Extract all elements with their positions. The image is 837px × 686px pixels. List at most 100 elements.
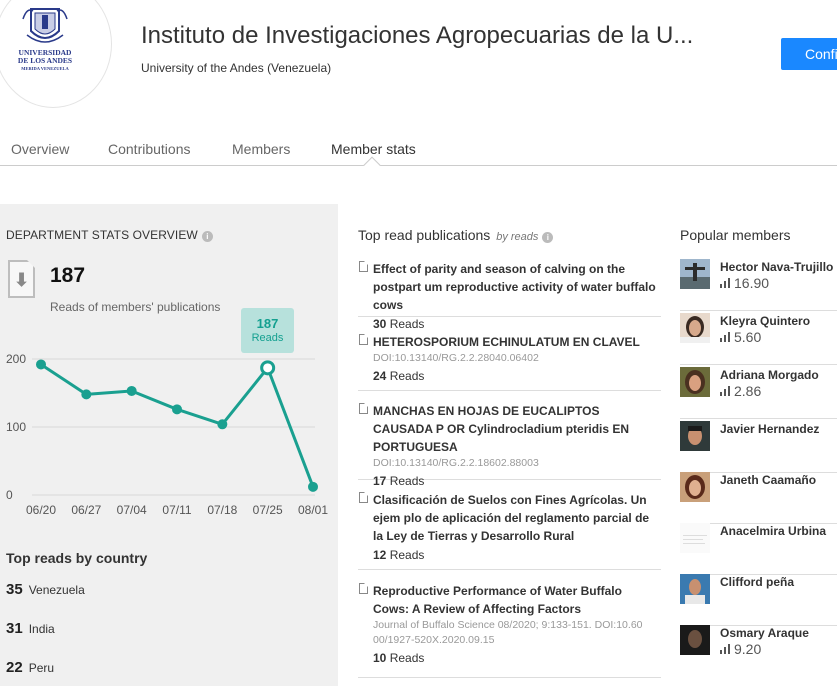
- member-score-value: 5.60: [734, 329, 762, 345]
- reads-count: 30: [373, 317, 387, 331]
- x-tick-label: 07/04: [117, 503, 147, 517]
- x-tick-label: 07/11: [162, 503, 191, 517]
- institution-logo[interactable]: UNIVERSIDAD DE LOS ANDES MERIDA VENEZUEL…: [0, 0, 112, 108]
- publication-reads: 30 Reads: [373, 315, 661, 333]
- publications-title-text: Top read publications: [358, 227, 491, 243]
- member-item: Janeth Caamaño: [680, 472, 837, 524]
- member-item: Javier Hernandez: [680, 421, 837, 473]
- member-name[interactable]: Clifford peña: [720, 575, 794, 589]
- document-icon: [359, 403, 368, 414]
- publication-journal: Journal of Buffalo Science 08/2020; 9:13…: [373, 619, 643, 646]
- member-score-value: 9.20: [734, 641, 762, 657]
- member-item: Adriana Morgado 2.86: [680, 367, 837, 419]
- info-icon[interactable]: i: [542, 232, 554, 243]
- country-name: Peru: [28, 661, 55, 675]
- department-stats-panel: DEPARTMENT STATS OVERVIEW i ⬇ 187 Reads o…: [0, 204, 338, 686]
- data-point[interactable]: [217, 419, 228, 430]
- popular-members-title: Popular members: [680, 227, 791, 243]
- y-tick-label: 200: [6, 352, 26, 366]
- data-point[interactable]: [308, 481, 318, 492]
- member-item: Kleyra Quintero 5.60: [680, 313, 837, 365]
- document-icon: [359, 492, 368, 503]
- reads-count: 17: [373, 474, 387, 488]
- data-point[interactable]: [81, 389, 92, 400]
- publication-item: Clasificación de Suelos con Fines Agríco…: [358, 491, 661, 570]
- avatar[interactable]: [680, 259, 710, 289]
- member-name[interactable]: Anacelmira Urbina: [720, 524, 826, 538]
- logo-text: UNIVERSIDAD DE LOS ANDES MERIDA VENEZUEL…: [9, 49, 81, 73]
- x-tick-label: 07/18: [207, 503, 237, 517]
- department-stats-title: DEPARTMENT STATS OVERVIEW i: [6, 228, 213, 242]
- download-icon: ⬇: [8, 260, 35, 298]
- x-tick-label: 07/25: [253, 503, 283, 517]
- member-score: 2.86: [720, 383, 761, 399]
- document-icon: [359, 583, 368, 594]
- publication-title[interactable]: Reproductive Performance of Water Buffal…: [373, 582, 661, 618]
- top-countries-title: Top reads by country: [6, 550, 148, 566]
- publication-item: Reproductive Performance of Water Buffal…: [358, 582, 661, 678]
- bar-chart-icon: [720, 644, 730, 654]
- data-point[interactable]: [172, 404, 182, 415]
- publication-reads: 17 Reads: [373, 472, 661, 490]
- avatar[interactable]: [680, 574, 710, 604]
- publication-item: Effect of parity and season of calving o…: [358, 260, 661, 331]
- reads-total: 187: [50, 264, 86, 287]
- tooltip-label: Reads: [251, 332, 284, 344]
- member-item: Anacelmira Urbina: [680, 523, 837, 575]
- publication-title[interactable]: Effect of parity and season of calving o…: [373, 260, 661, 314]
- document-icon: [359, 261, 368, 272]
- bar-chart-icon: [720, 278, 730, 288]
- country-row: 35 Venezuela: [6, 581, 85, 598]
- info-icon[interactable]: i: [201, 231, 213, 242]
- series-line: [40, 363, 315, 488]
- x-tick-label: 08/01: [298, 503, 328, 517]
- y-tick-label: 100: [6, 420, 26, 434]
- publications-by-label: by reads: [496, 231, 539, 243]
- institution-subtitle[interactable]: University of the Andes (Venezuela): [141, 61, 331, 75]
- country-count: 31: [6, 620, 23, 637]
- data-point[interactable]: [36, 359, 46, 370]
- country-name: Venezuela: [28, 583, 85, 597]
- reads-label: Reads: [389, 651, 425, 665]
- avatar[interactable]: [680, 625, 710, 655]
- member-name[interactable]: Janeth Caamaño: [720, 473, 816, 487]
- tab-contributions[interactable]: Contributions: [108, 141, 191, 157]
- publication-doi: DOI:10.13140/RG.2.2.28040.06402: [373, 352, 539, 364]
- publication-reads: 10 Reads: [373, 649, 661, 667]
- avatar[interactable]: [680, 523, 710, 553]
- member-name[interactable]: Adriana Morgado: [720, 368, 819, 382]
- publication-doi: DOI:10.13140/RG.2.2.18602.88003: [373, 457, 539, 469]
- country-row: 31 India: [6, 620, 55, 637]
- tab-members[interactable]: Members: [232, 141, 290, 157]
- avatar[interactable]: [680, 472, 710, 502]
- member-name[interactable]: Hector Nava-Trujillo: [720, 260, 833, 274]
- publication-title[interactable]: HETEROSPORIUM ECHINULATUM EN CLAVEL: [373, 333, 661, 351]
- member-name[interactable]: Kleyra Quintero: [720, 314, 810, 328]
- highlighted-data-point[interactable]: [260, 360, 276, 376]
- member-score: 5.60: [720, 329, 761, 345]
- x-tick-label: 06/20: [26, 503, 56, 517]
- avatar[interactable]: [680, 313, 710, 343]
- avatar[interactable]: [680, 421, 710, 451]
- logo-line: MERIDA VENEZUELA: [21, 66, 69, 71]
- reads-label: Reads: [389, 548, 425, 562]
- member-item: Hector Nava-Trujillo 16.90: [680, 259, 837, 311]
- bar-chart-icon: [720, 386, 730, 396]
- tab-member-stats[interactable]: Member stats: [331, 141, 416, 157]
- logo-line: DE LOS ANDES: [17, 56, 73, 65]
- reads-label: Reads: [389, 474, 425, 488]
- avatar[interactable]: [680, 367, 710, 397]
- confirm-button[interactable]: Confi: [781, 38, 837, 70]
- country-name: India: [28, 622, 55, 636]
- member-name[interactable]: Osmary Araque: [720, 626, 809, 640]
- country-count: 22: [6, 659, 23, 676]
- tab-overview[interactable]: Overview: [11, 141, 69, 157]
- institution-title: Instituto de Investigaciones Agropecuari…: [141, 22, 694, 49]
- publication-title[interactable]: MANCHAS EN HOJAS DE EUCALIPTOS CAUSADA P…: [373, 402, 661, 456]
- member-name[interactable]: Javier Hernandez: [720, 422, 819, 436]
- data-point[interactable]: [126, 385, 137, 396]
- member-item: Clifford peña: [680, 574, 837, 626]
- publication-title[interactable]: Clasificación de Suelos con Fines Agríco…: [373, 491, 661, 545]
- country-row: 22 Peru: [6, 659, 54, 676]
- member-score-value: 2.86: [734, 383, 762, 399]
